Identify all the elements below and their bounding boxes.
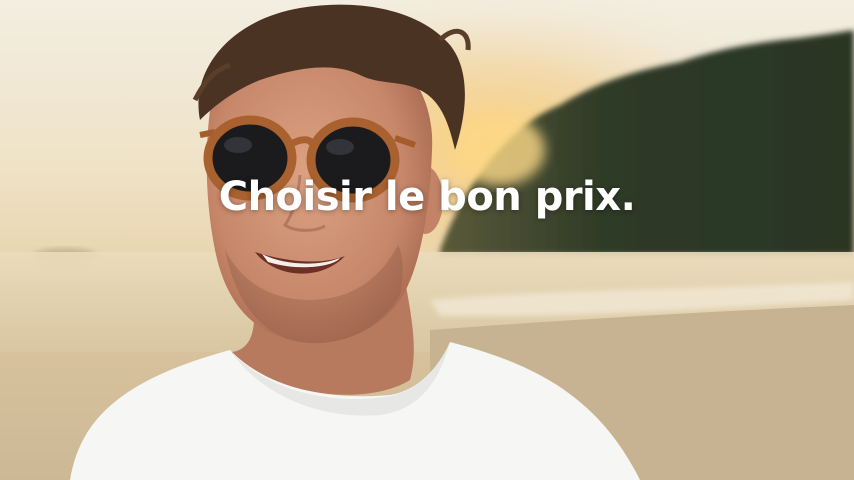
beach-portrait-scene [0,0,854,480]
subtitle-caption: Choisir le bon prix. [218,174,636,220]
video-frame: Choisir le bon prix. [0,0,854,480]
